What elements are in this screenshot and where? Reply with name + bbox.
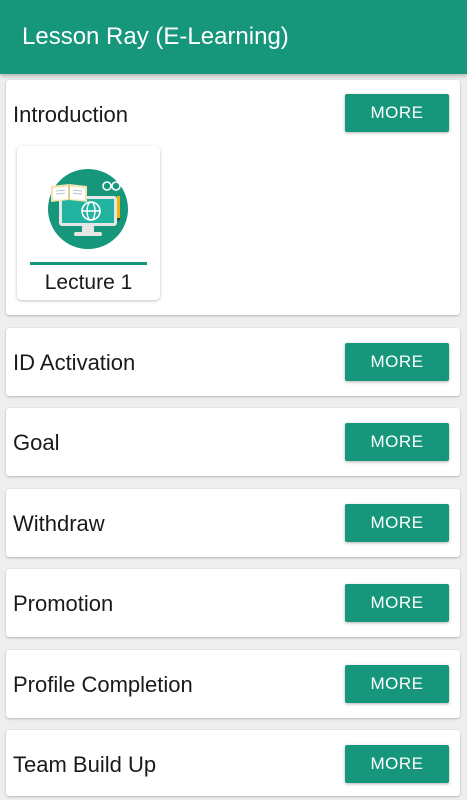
more-button-introduction[interactable]: MORE	[345, 94, 449, 132]
section-title-goal: Goal	[13, 430, 60, 455]
section-card-promotion: Promotion MORE	[6, 569, 460, 637]
computer-book-globe-icon	[48, 169, 128, 249]
section-card-withdraw: Withdraw MORE	[6, 489, 460, 557]
section-title-introduction: Introduction	[13, 102, 128, 127]
section-title-promotion: Promotion	[13, 591, 114, 616]
more-button-goal[interactable]: MORE	[345, 423, 449, 461]
lecture-tile[interactable]: Lecture 1	[17, 146, 160, 300]
section-card-id-activation: ID Activation MORE	[6, 328, 460, 396]
lecture-label: Lecture 1	[44, 271, 133, 294]
more-button-id-activation[interactable]: MORE	[345, 343, 449, 381]
section-title-id-activation: ID Activation	[13, 350, 136, 375]
app-bar: Lesson Ray (E-Learning)	[0, 0, 467, 74]
more-button-team-build-up[interactable]: MORE	[345, 745, 449, 783]
section-card-team-build-up: Team Build Up MORE	[6, 730, 460, 796]
section-card-profile-completion: Profile Completion MORE	[6, 650, 460, 718]
app-title: Lesson Ray (E-Learning)	[22, 23, 289, 50]
section-card-goal: Goal MORE	[6, 408, 460, 476]
section-title-profile-completion: Profile Completion	[13, 672, 193, 697]
section-title-withdraw: Withdraw	[13, 511, 105, 536]
more-button-withdraw[interactable]: MORE	[345, 504, 449, 542]
more-button-promotion[interactable]: MORE	[345, 584, 449, 622]
section-card-introduction: Introduction MORE Lecture 1	[6, 80, 460, 315]
section-title-team-build-up: Team Build Up	[13, 752, 157, 777]
more-button-profile-completion[interactable]: MORE	[345, 665, 449, 703]
lecture-underline	[30, 262, 147, 265]
